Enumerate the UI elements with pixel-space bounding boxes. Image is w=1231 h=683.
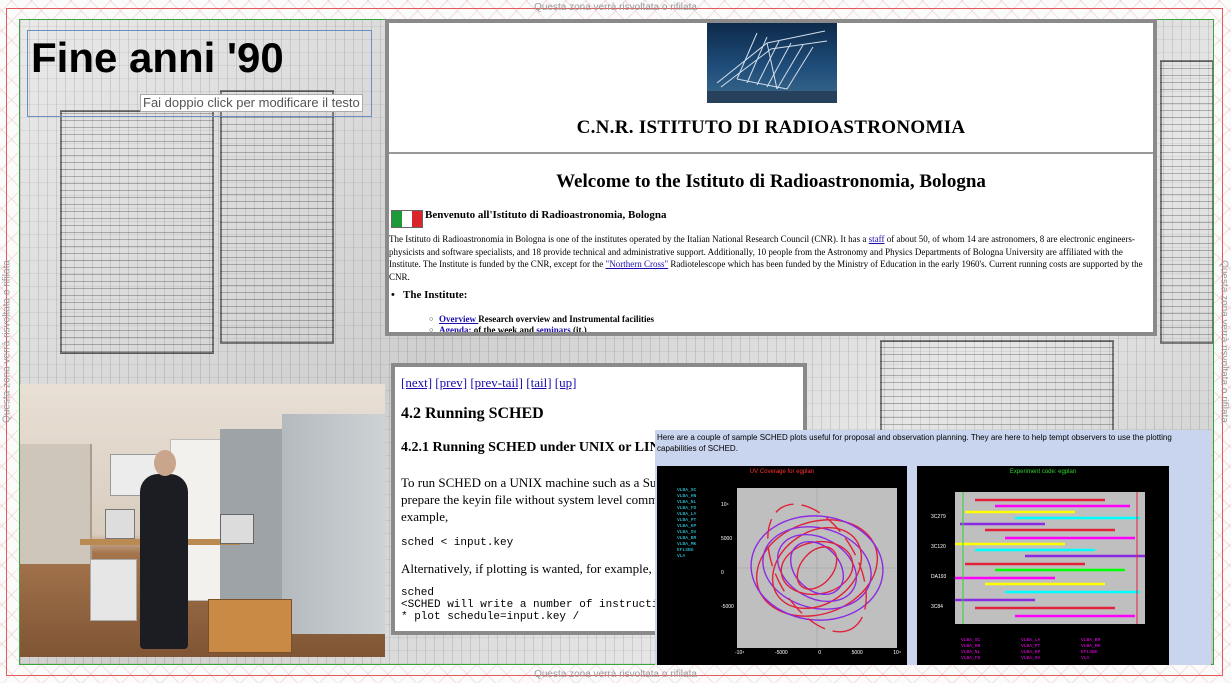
uv-y-tick: 0: [721, 570, 724, 576]
uv-plot-title: UV Coverage for egplan: [749, 469, 815, 475]
overview-text: Research overview and Instrumental facil…: [478, 314, 655, 324]
manual-nav-bar: [next] [prev] [prev-tail] [tail] [up]: [401, 375, 576, 391]
institute-heading: C.N.R. ISTITUTO DI RADIOASTRONOMIA: [576, 117, 966, 138]
edit-text-tooltip: Fai doppio click per modificare il testo: [140, 94, 363, 112]
control-room-photo: [20, 384, 385, 657]
agenda-text: of the week and: [471, 325, 537, 335]
exp-legend-entry: VLBA_OV: [1021, 656, 1041, 661]
radiotelescope-photo: [707, 23, 837, 103]
experiment-plot-title: Experiment code: egplan: [1009, 469, 1077, 475]
experiment-source-labels: 3C279 3C120 DA193 3C84: [931, 502, 946, 622]
uv-legend-entry: VLA: [677, 554, 686, 559]
list-item-overview: Overview Research overview and Instrumen…: [429, 314, 655, 325]
list-item-agenda: Agenda: of the week and seminars (it.): [429, 325, 654, 335]
welcome-heading: Welcome to the Istituto di Radioastronom…: [556, 171, 986, 192]
source-label: DA193: [931, 574, 947, 580]
agenda-link[interactable]: Agenda:: [439, 325, 472, 332]
section-heading: 4.2 Running SCHED: [401, 405, 544, 422]
trim-zone-note-left: Questa zona verrà risvoltata o rifilata: [1, 260, 13, 423]
uv-plot-legend: VLBA_SC VLBA_HN VLBA_NL VLBA_FD VLBA_LA …: [677, 488, 696, 560]
intro-paragraph: The Istituto di Radioastronomia in Bolog…: [389, 233, 1153, 283]
seminars-text: (it.): [570, 325, 587, 335]
uv-x-tick: -10⁴: [735, 650, 745, 656]
slide-canvas: Questa zona verrà risvoltata o rifilata …: [0, 0, 1231, 683]
uv-y-tick: 5000: [721, 536, 733, 542]
exp-legend-entry: VLBA_FD: [961, 656, 981, 661]
institute-list-heading: The Institute:: [391, 289, 468, 301]
northern-cross-link[interactable]: "Northern Cross": [606, 259, 669, 269]
seminars-link[interactable]: seminars: [536, 325, 571, 332]
uv-y-ticks: 10⁴ 5000 0 -5000: [721, 488, 734, 624]
institute-link-list: Overview Research overview and Instrumen…: [429, 314, 655, 335]
uv-x-tick: -5000: [774, 650, 788, 656]
nav-next-link[interactable]: [next]: [401, 375, 432, 390]
trim-zone-note-right: Questa zona verrà risvoltata o rifilata: [1218, 260, 1230, 423]
italian-flag-icon: [391, 210, 423, 228]
source-label: 3C120: [931, 544, 946, 550]
uv-x-tick: 5000: [851, 650, 863, 656]
source-label: 3C279: [931, 514, 946, 520]
nav-tail-link[interactable]: [tail]: [526, 375, 551, 390]
uv-coverage-plot: UV Coverage for egplan VLBA_SC VLBA_HN V…: [657, 466, 907, 665]
subsection-heading: 4.2.1 Running SCHED under UNIX or LINUX: [401, 440, 680, 455]
plots-intro-text: Here are a couple of sample SCHED plots …: [657, 433, 1172, 453]
exp-legend-entry: VLA: [1081, 656, 1090, 661]
experiment-plot-legend: VLBA_SC VLBA_LA VLBA_BR VLBA_HN VLBA_PT …: [961, 638, 1141, 662]
intro-text-1: The Istituto di Radioastronomia in Bolog…: [389, 234, 869, 244]
experiment-plot-area: [955, 492, 1145, 624]
staff-link[interactable]: staff: [869, 234, 885, 244]
uv-y-tick: 10⁴: [721, 502, 729, 508]
benvenuto-heading: Benvenuto all'Istituto di Radioastronomi…: [425, 209, 667, 221]
sched-plots-screenshot[interactable]: Here are a couple of sample SCHED plots …: [655, 430, 1211, 665]
trim-zone-note-bottom: Questa zona verrà risvoltata o rifilata: [534, 669, 697, 680]
nav-prev-link[interactable]: [prev]: [435, 375, 467, 390]
nav-prev-tail-link[interactable]: [prev-tail]: [470, 375, 523, 390]
trim-zone-note-top: Questa zona verrà risvoltata o rifilata: [534, 2, 697, 13]
uv-x-ticks: -10⁴ -5000 0 5000 10⁴: [735, 650, 901, 656]
overview-link[interactable]: Overview: [439, 314, 478, 324]
experiment-plot: Experiment code: egplan 3C279 3C120 DA19…: [917, 466, 1169, 665]
divider: [389, 152, 1153, 154]
uv-x-tick: 0: [818, 650, 822, 656]
uv-plot-area: [737, 488, 897, 648]
uv-x-tick: 10⁴: [893, 650, 901, 656]
uv-y-tick: -5000: [721, 604, 734, 610]
slide-title[interactable]: Fine anni '90: [31, 32, 284, 84]
source-label: 3C84: [931, 604, 943, 610]
ira-homepage-screenshot[interactable]: C.N.R. ISTITUTO DI RADIOASTRONOMIA Welco…: [385, 19, 1157, 336]
nav-up-link[interactable]: [up]: [555, 375, 577, 390]
